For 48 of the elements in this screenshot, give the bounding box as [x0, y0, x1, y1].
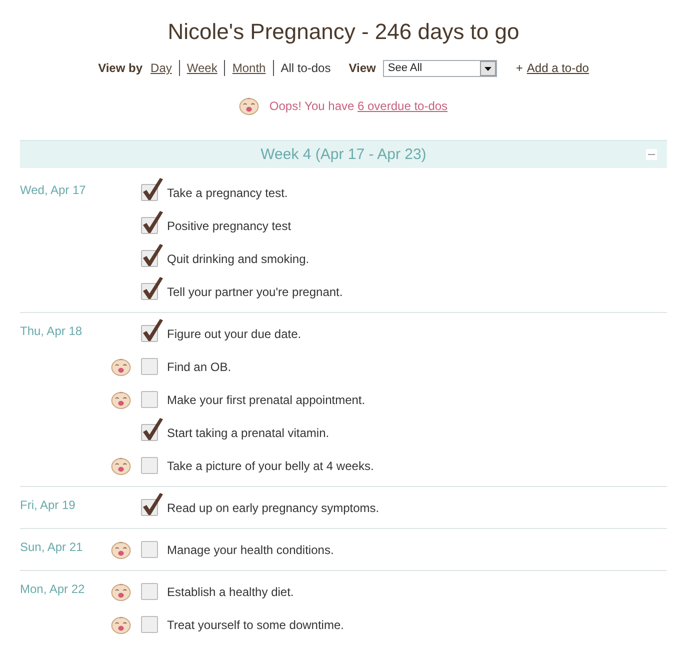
plus-sign: +: [516, 61, 523, 75]
checkbox[interactable]: [141, 493, 163, 516]
checkbox[interactable]: [141, 319, 163, 342]
collapse-button[interactable]: [646, 149, 657, 160]
week-title: Week 4 (Apr 17 - Apr 23): [260, 146, 426, 163]
view-by-label: View by: [98, 61, 143, 75]
view-link[interactable]: All to-dos: [274, 61, 338, 75]
checkbox[interactable]: [141, 244, 163, 267]
todo-text: Make your first prenatal appointment.: [167, 392, 366, 406]
checkbox[interactable]: [141, 391, 158, 408]
page-title: Nicole's Pregnancy - 246 days to go: [166, 18, 520, 46]
checkbox[interactable]: [141, 541, 158, 558]
caret-icon: [480, 60, 496, 76]
add-todo-link[interactable]: Add a to-do: [526, 61, 589, 75]
checkbox[interactable]: [141, 616, 158, 633]
day-date: Wed, Apr 17: [20, 182, 86, 199]
checkbox[interactable]: [141, 178, 163, 201]
todo-text: Positive pregnancy test: [167, 218, 292, 232]
day-date: Thu, Apr 18: [20, 323, 82, 340]
checkbox[interactable]: [141, 583, 158, 600]
overdue-message: Oops! You have 6 overdue to-dos: [269, 99, 448, 113]
checkbox[interactable]: [141, 277, 163, 300]
day-date: Mon, Apr 22: [20, 581, 85, 598]
view-select[interactable]: See All: [382, 60, 497, 76]
checkbox[interactable]: [141, 418, 163, 441]
view-link[interactable]: Month: [225, 61, 273, 75]
view-link[interactable]: Week: [180, 61, 224, 75]
todo-text: Manage your health conditions.: [167, 542, 334, 556]
day-date: Fri, Apr 19: [20, 497, 76, 514]
todo-text: Figure out your due date.: [167, 326, 302, 340]
todo-text: Take a pregnancy test.: [167, 186, 288, 200]
todo-text: Read up on early pregnancy symptoms.: [167, 500, 380, 514]
todo-text: Quit drinking and smoking.: [167, 252, 310, 266]
view-label: View: [348, 61, 376, 75]
minus-icon: [648, 154, 655, 155]
todo-text: Find an OB.: [167, 360, 232, 374]
checkbox[interactable]: [141, 457, 158, 474]
checkbox[interactable]: [141, 211, 163, 234]
baby-face-icon: [239, 97, 260, 115]
todo-text: Take a picture of your belly at 4 weeks.: [167, 458, 374, 472]
checkbox[interactable]: [141, 358, 158, 375]
view-link[interactable]: Day: [144, 61, 179, 75]
todo-text: Start taking a prenatal vitamin.: [167, 426, 330, 440]
todo-text: Treat yourself to some downtime.: [167, 618, 344, 632]
overdue-link[interactable]: 6 overdue to-dos: [358, 99, 448, 113]
todo-text: Establish a healthy diet.: [167, 584, 294, 598]
day-date: Sun, Apr 21: [20, 539, 83, 556]
todo-text: Tell your partner you're pregnant.: [167, 284, 343, 298]
